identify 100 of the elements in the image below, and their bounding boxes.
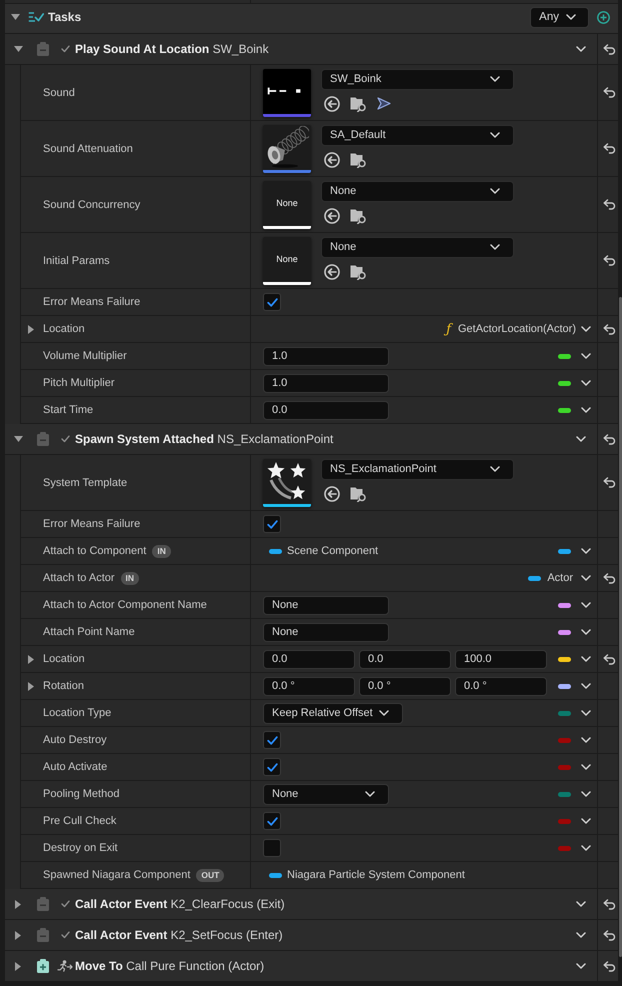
chevron-down-icon[interactable] xyxy=(581,737,591,743)
triangle-down-icon[interactable] xyxy=(14,46,22,52)
folder-search-icon[interactable] xyxy=(350,264,367,280)
chevron-down-icon[interactable] xyxy=(581,629,591,635)
asset-thumbnail[interactable]: None xyxy=(263,180,311,228)
number-field[interactable]: 0.0 xyxy=(263,400,389,420)
chevron-down-icon[interactable] xyxy=(581,407,591,413)
pin-icon[interactable] xyxy=(558,656,571,662)
asset-thumbnail[interactable] xyxy=(263,124,311,172)
arrow-circle-icon[interactable] xyxy=(324,152,340,168)
task-header[interactable]: Call Actor Event K2_ClearFocus (Exit) xyxy=(5,889,618,920)
task-header[interactable]: Move To Call Pure Function (Actor) xyxy=(5,951,618,982)
triangle-right-icon[interactable] xyxy=(28,682,34,690)
check-icon[interactable] xyxy=(61,900,70,908)
chevron-down-icon[interactable] xyxy=(581,548,591,554)
chevron-down-icon[interactable] xyxy=(581,683,591,689)
pin-icon[interactable] xyxy=(269,548,282,554)
folder-search-icon[interactable] xyxy=(350,96,367,112)
chevron-down-icon[interactable] xyxy=(581,326,591,332)
scrollbar-thumb[interactable] xyxy=(619,297,622,957)
triangle-right-icon[interactable] xyxy=(15,930,21,940)
reset-arrow-icon[interactable] xyxy=(603,44,616,54)
asset-thumbnail[interactable] xyxy=(263,458,311,506)
checkbox[interactable] xyxy=(263,515,281,533)
reset-arrow-icon[interactable] xyxy=(603,199,616,210)
reset-arrow-icon[interactable] xyxy=(603,654,616,664)
asset-thumbnail[interactable]: None xyxy=(263,236,311,284)
chevron-down-icon[interactable] xyxy=(576,46,586,52)
task-header[interactable]: Call Actor Event K2_SetFocus (Enter) xyxy=(5,920,618,951)
enum-dropdown[interactable]: None xyxy=(263,784,389,804)
checkbox[interactable] xyxy=(263,839,281,857)
pin-icon[interactable] xyxy=(528,576,542,580)
chevron-down-icon[interactable] xyxy=(576,901,586,907)
arrow-circle-icon[interactable] xyxy=(324,486,340,502)
asset-thumbnail[interactable] xyxy=(263,68,311,116)
vector-component-field[interactable]: 100.0 xyxy=(455,650,547,668)
vector-component-field[interactable]: 0.0 ° xyxy=(455,676,547,696)
chevron-down-icon[interactable] xyxy=(581,791,591,797)
chevron-down-icon[interactable] xyxy=(581,380,591,386)
bound-function-label[interactable]: GetActorLocation(Actor) xyxy=(458,323,576,335)
folder-search-icon[interactable] xyxy=(350,152,367,168)
text-field[interactable]: None xyxy=(263,622,389,642)
asset-dropdown[interactable]: SW_Boink xyxy=(321,68,514,90)
enum-dropdown[interactable]: Keep Relative Offset xyxy=(263,702,403,724)
pin-icon[interactable] xyxy=(269,872,282,878)
pin-icon[interactable] xyxy=(558,684,571,688)
folder-search-icon[interactable] xyxy=(350,486,367,502)
vector-component-field[interactable]: 0.0 xyxy=(359,650,451,668)
triangle-down-icon[interactable] xyxy=(10,14,20,20)
pin-icon[interactable] xyxy=(558,602,571,608)
play-icon[interactable] xyxy=(377,97,391,110)
checkbox[interactable] xyxy=(263,812,281,830)
reset-arrow-icon[interactable] xyxy=(603,87,616,98)
arrow-circle-icon[interactable] xyxy=(324,96,340,112)
number-field[interactable]: 1.0 xyxy=(263,374,389,392)
checkbox[interactable] xyxy=(263,731,281,749)
task-header[interactable]: Play Sound At Location SW_Boink xyxy=(5,34,618,65)
chevron-down-icon[interactable] xyxy=(576,932,586,938)
check-icon[interactable] xyxy=(61,435,70,443)
check-icon[interactable] xyxy=(61,931,70,939)
asset-dropdown[interactable]: NS_ExclamationPoint xyxy=(321,458,514,480)
checkbox[interactable] xyxy=(263,293,281,311)
arrow-circle-icon[interactable] xyxy=(324,208,340,224)
number-field[interactable]: 1.0 xyxy=(263,346,389,366)
chevron-down-icon[interactable] xyxy=(581,353,591,359)
pin-icon[interactable] xyxy=(558,354,571,358)
chevron-down-icon[interactable] xyxy=(581,818,591,824)
chevron-down-icon[interactable] xyxy=(581,575,591,581)
reset-arrow-icon[interactable] xyxy=(603,255,616,266)
chevron-down-icon[interactable] xyxy=(581,656,591,662)
asset-dropdown[interactable]: SA_Default xyxy=(321,124,514,146)
reset-arrow-icon[interactable] xyxy=(603,324,616,334)
triangle-right-icon[interactable] xyxy=(15,900,21,908)
reset-arrow-icon[interactable] xyxy=(603,960,616,972)
reset-arrow-icon[interactable] xyxy=(603,143,616,154)
category-header[interactable]: Tasks Any xyxy=(5,4,618,34)
chevron-down-icon[interactable] xyxy=(581,764,591,770)
bound-value-label[interactable]: Actor xyxy=(547,572,573,584)
asset-dropdown[interactable]: None xyxy=(321,180,514,202)
vector-component-field[interactable]: 0.0 ° xyxy=(359,676,451,696)
triangle-down-icon[interactable] xyxy=(14,436,22,442)
folder-search-icon[interactable] xyxy=(350,208,367,224)
chevron-down-icon[interactable] xyxy=(581,710,591,716)
filter-dropdown[interactable]: Any xyxy=(530,6,589,28)
chevron-down-icon[interactable] xyxy=(581,602,591,608)
pin-icon[interactable] xyxy=(558,408,571,412)
checkbox[interactable] xyxy=(263,758,281,776)
vector-component-field[interactable]: 0.0 xyxy=(263,650,355,668)
asset-dropdown[interactable]: None xyxy=(321,236,514,258)
pin-icon[interactable] xyxy=(558,630,571,634)
reset-arrow-icon[interactable] xyxy=(603,930,616,940)
triangle-right-icon[interactable] xyxy=(28,324,34,334)
chevron-down-icon[interactable] xyxy=(576,436,586,442)
reset-arrow-icon[interactable] xyxy=(603,572,616,584)
text-field[interactable]: None xyxy=(263,596,389,614)
add-circle-icon[interactable] xyxy=(597,10,610,24)
reset-arrow-icon[interactable] xyxy=(603,434,616,444)
triangle-right-icon[interactable] xyxy=(28,654,34,664)
check-icon[interactable] xyxy=(61,45,70,53)
triangle-right-icon[interactable] xyxy=(15,962,21,970)
